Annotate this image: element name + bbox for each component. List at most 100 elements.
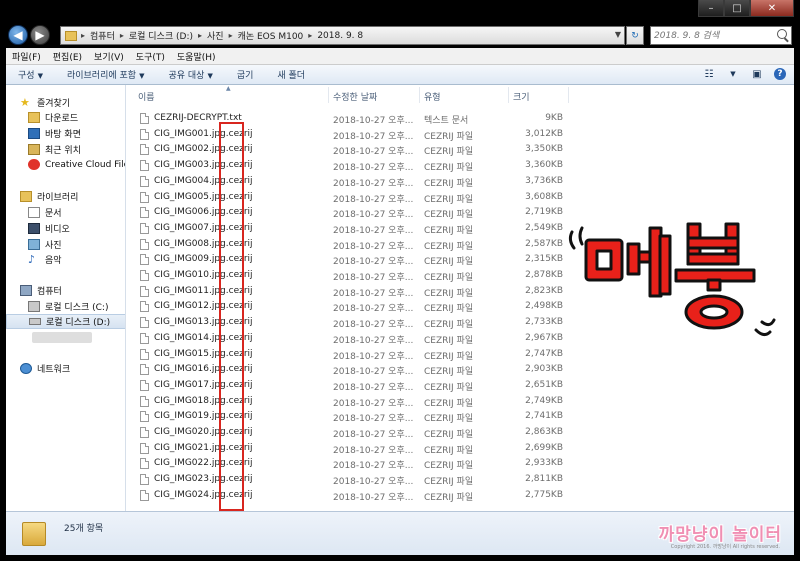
menu-file[interactable]: 파일(F) bbox=[6, 50, 47, 63]
file-row[interactable]: CIG_IMG021.jpg.cezrij 2018-10-27 오후... CEZ… bbox=[126, 441, 566, 457]
nav-libraries[interactable]: 라이브러리 bbox=[20, 189, 78, 204]
close-button[interactable]: ✕ bbox=[750, 0, 794, 17]
file-type: CEZRIJ 파일 bbox=[424, 320, 474, 331]
menu-help[interactable]: 도움말(H) bbox=[171, 50, 222, 63]
nav-creative-cloud[interactable]: Creative Cloud Files bbox=[28, 157, 125, 172]
file-row[interactable]: CIG_IMG019.jpg.cezrij 2018-10-27 오후... CEZ… bbox=[126, 409, 566, 425]
file-row[interactable]: CIG_IMG023.jpg.cezrij 2018-10-27 오후... CEZ… bbox=[126, 472, 566, 488]
file-row[interactable]: CIG_IMG017.jpg.cezrij 2018-10-27 오후... CEZ… bbox=[126, 378, 566, 394]
search-box[interactable] bbox=[650, 26, 792, 45]
file-row[interactable]: CIG_IMG009.jpg.cezrij 2018-10-27 오후... CEZ… bbox=[126, 252, 566, 268]
back-button[interactable]: ◀ bbox=[8, 25, 28, 45]
column-divider[interactable] bbox=[568, 87, 569, 103]
column-divider[interactable] bbox=[508, 87, 509, 103]
file-row[interactable]: CIG_IMG005.jpg.cezrij 2018-10-27 오후... CEZ… bbox=[126, 190, 566, 206]
arrow-left-icon: ◀ bbox=[13, 28, 23, 42]
nav-drive-d[interactable]: 로컬 디스크 (D:) bbox=[6, 314, 125, 329]
include-library-button[interactable]: 라이브러리에 포함 ▼ bbox=[55, 68, 157, 81]
share-button[interactable]: 공유 대상 ▼ bbox=[156, 68, 224, 81]
file-row[interactable]: CIG_IMG013.jpg.cezrij 2018-10-27 오후... CEZ… bbox=[126, 315, 566, 331]
chevron-right-icon: ▸ bbox=[308, 31, 313, 40]
file-row[interactable]: CIG_IMG012.jpg.cezrij 2018-10-27 오후... CEZ… bbox=[126, 299, 566, 315]
maximize-button[interactable]: □ bbox=[724, 0, 750, 17]
refresh-button[interactable]: ↻ bbox=[626, 26, 644, 45]
chevron-down-icon: ▼ bbox=[207, 72, 213, 80]
toolbar-right: ☷ ▼ ▣ ? bbox=[702, 67, 786, 81]
view-options-icon[interactable]: ☷ bbox=[702, 67, 716, 81]
file-size: 2,719KB bbox=[525, 207, 563, 218]
nav-videos[interactable]: 비디오 bbox=[28, 221, 70, 236]
breadcrumb-drive-d[interactable]: 로컬 디스크 (D:) bbox=[129, 29, 193, 42]
file-row[interactable]: CIG_IMG003.jpg.cezrij 2018-10-27 오후... CEZ… bbox=[126, 158, 566, 174]
file-row[interactable]: CIG_IMG006.jpg.cezrij 2018-10-27 오후... CEZ… bbox=[126, 205, 566, 221]
nav-label: 네트워크 bbox=[37, 365, 71, 375]
minimize-button[interactable]: – bbox=[698, 0, 724, 17]
column-divider[interactable] bbox=[328, 87, 329, 103]
file-row[interactable]: CIG_IMG022.jpg.cezrij 2018-10-27 오후... CEZ… bbox=[126, 456, 566, 472]
file-date: 2018-10-27 오후... bbox=[333, 461, 414, 472]
menu-tools[interactable]: 도구(T) bbox=[130, 50, 171, 63]
file-icon bbox=[140, 160, 149, 172]
nav-recent[interactable]: 최근 위치 bbox=[28, 142, 81, 157]
breadcrumb-computer[interactable]: 컴퓨터 bbox=[90, 29, 115, 42]
file-date: 2018-10-27 오후... bbox=[333, 225, 414, 236]
address-bar[interactable]: ▸ 컴퓨터 ▸ 로컬 디스크 (D:) ▸ 사진 ▸ 캐논 EOS M100 ▸… bbox=[60, 26, 625, 45]
burn-button[interactable]: 굽기 bbox=[225, 68, 266, 81]
nav-favorites[interactable]: ★ 즐겨찾기 bbox=[20, 95, 70, 110]
breadcrumb-canon[interactable]: 캐논 EOS M100 bbox=[238, 29, 304, 42]
file-row[interactable]: CIG_IMG008.jpg.cezrij 2018-10-27 오후... CEZ… bbox=[126, 237, 566, 253]
column-type[interactable]: 유형 bbox=[424, 90, 441, 103]
file-row[interactable]: CIG_IMG002.jpg.cezrij 2018-10-27 오후... CEZ… bbox=[126, 142, 566, 158]
chevron-down-icon[interactable]: ▼ bbox=[726, 67, 740, 81]
organize-button[interactable]: 구성 ▼ bbox=[6, 68, 55, 81]
nav-drive-c[interactable]: 로컬 디스크 (C:) bbox=[28, 299, 108, 314]
file-row[interactable]: CIG_IMG020.jpg.cezrij 2018-10-27 오후... CEZ… bbox=[126, 425, 566, 441]
help-icon[interactable]: ? bbox=[774, 68, 786, 80]
nav-documents[interactable]: 문서 bbox=[28, 205, 62, 220]
menu-view[interactable]: 보기(V) bbox=[88, 50, 130, 63]
file-icon bbox=[140, 364, 149, 376]
file-row[interactable]: CIG_IMG001.jpg.cezrij 2018-10-27 오후... CEZ… bbox=[126, 127, 566, 143]
nav-desktop[interactable]: 바탕 화면 bbox=[28, 126, 81, 141]
forward-button[interactable]: ▶ bbox=[30, 25, 50, 45]
file-row[interactable]: CIG_IMG004.jpg.cezrij 2018-10-27 오후... CEZ… bbox=[126, 174, 566, 190]
file-row[interactable]: CIG_IMG010.jpg.cezrij 2018-10-27 오후... CEZ… bbox=[126, 268, 566, 284]
file-icon bbox=[140, 207, 149, 219]
menu-edit[interactable]: 편집(E) bbox=[47, 50, 88, 63]
chevron-down-icon[interactable]: ▼ bbox=[615, 30, 621, 39]
nav-network[interactable]: 네트워크 bbox=[20, 361, 70, 376]
file-type: CEZRIJ 파일 bbox=[424, 131, 474, 142]
column-size[interactable]: 크기 bbox=[513, 90, 530, 103]
file-row[interactable]: CIG_IMG011.jpg.cezrij 2018-10-27 오후... CEZ… bbox=[126, 284, 566, 300]
file-icon bbox=[140, 301, 149, 313]
file-size: 2,699KB bbox=[525, 442, 563, 453]
star-icon: ★ bbox=[20, 96, 30, 109]
column-date[interactable]: 수정한 날짜 bbox=[333, 90, 377, 103]
file-row[interactable]: CIG_IMG007.jpg.cezrij 2018-10-27 오후... CEZ… bbox=[126, 221, 566, 237]
breadcrumb-photos[interactable]: 사진 bbox=[207, 29, 224, 42]
file-type: CEZRIJ 파일 bbox=[424, 477, 474, 488]
file-row[interactable]: CEZRIJ-DECRYPT.txt 2018-10-27 오후... 텍스트 문서… bbox=[126, 111, 566, 127]
file-row[interactable]: CIG_IMG016.jpg.cezrij 2018-10-27 오후... CEZ… bbox=[126, 362, 566, 378]
column-name[interactable]: 이름 bbox=[138, 90, 155, 103]
file-size: 2,878KB bbox=[525, 270, 563, 280]
search-icon[interactable] bbox=[777, 29, 787, 39]
file-row[interactable]: CIG_IMG024.jpg.cezrij 2018-10-27 오후... CEZ… bbox=[126, 488, 566, 504]
file-icon bbox=[140, 254, 149, 266]
new-folder-button[interactable]: 새 폴더 bbox=[265, 68, 317, 81]
column-divider[interactable] bbox=[419, 87, 420, 103]
nav-music[interactable]: ♪ 음악 bbox=[28, 252, 62, 267]
nav-pictures[interactable]: 사진 bbox=[28, 237, 62, 252]
search-input[interactable] bbox=[651, 27, 777, 44]
nav-computer[interactable]: 컴퓨터 bbox=[20, 283, 62, 298]
preview-pane-icon[interactable]: ▣ bbox=[750, 67, 764, 81]
nav-downloads[interactable]: 다운로드 bbox=[28, 110, 78, 125]
breadcrumb-date[interactable]: 2018. 9. 8 bbox=[317, 31, 363, 41]
file-size: 2,933KB bbox=[525, 458, 563, 469]
file-row[interactable]: CIG_IMG018.jpg.cezrij 2018-10-27 오후... CEZ… bbox=[126, 394, 566, 410]
file-row[interactable]: CIG_IMG014.jpg.cezrij 2018-10-27 오후... CEZ… bbox=[126, 331, 566, 347]
pictures-icon bbox=[28, 239, 40, 250]
file-row[interactable]: CIG_IMG015.jpg.cezrij 2018-10-27 오후... CEZ… bbox=[126, 347, 566, 363]
nav-label: 바탕 화면 bbox=[45, 130, 81, 140]
nav-label: 음악 bbox=[45, 256, 62, 266]
